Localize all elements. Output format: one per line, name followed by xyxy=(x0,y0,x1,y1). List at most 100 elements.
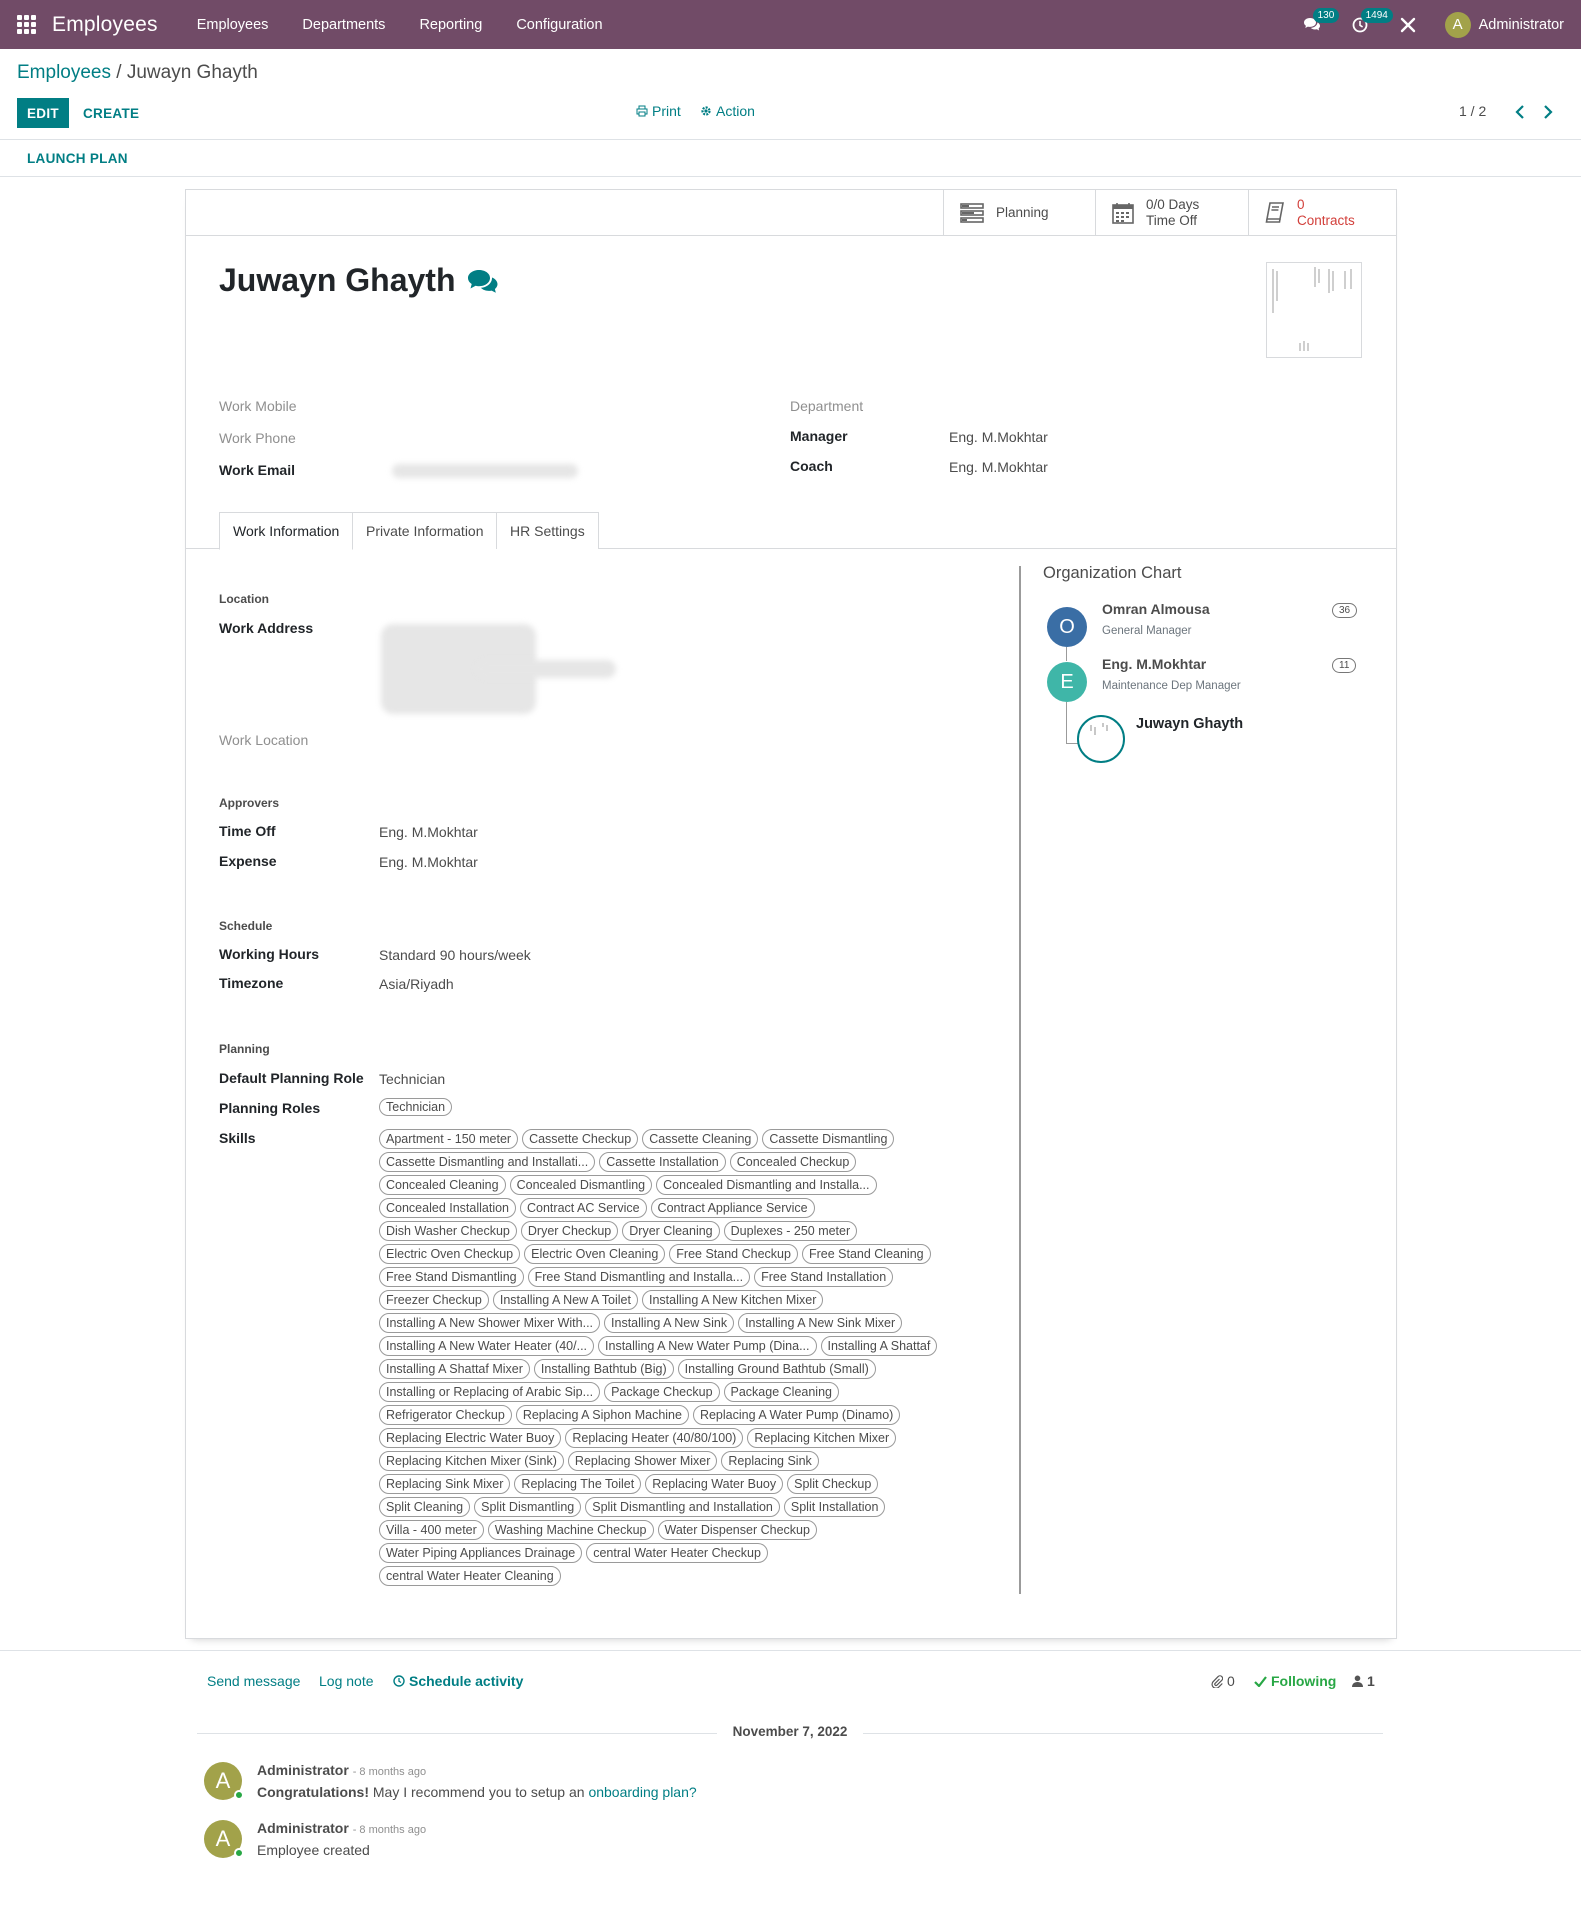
skill-tag[interactable]: Cassette Installation xyxy=(599,1152,726,1172)
skill-tag[interactable]: Dryer Cleaning xyxy=(622,1221,720,1241)
tab-work-information[interactable]: Work Information xyxy=(219,512,354,550)
time-off-approver-link[interactable]: Eng. M.Mokhtar xyxy=(379,824,478,840)
skill-tag[interactable]: Replacing Sink xyxy=(721,1451,819,1471)
skill-tag[interactable]: Cassette Checkup xyxy=(522,1129,639,1149)
app-title[interactable]: Employees xyxy=(52,13,158,37)
skill-tag[interactable]: Concealed Dismantling and Installa... xyxy=(656,1175,877,1195)
skill-tag[interactable]: Replacing Shower Mixer xyxy=(567,1451,718,1471)
org-avatar-omran[interactable]: O xyxy=(1047,607,1087,647)
onboarding-plan-link[interactable]: onboarding plan? xyxy=(588,1784,696,1800)
following-button[interactable]: Following xyxy=(1254,1673,1336,1689)
menu-employees[interactable]: Employees xyxy=(197,17,269,33)
skill-tag[interactable]: Cassette Dismantling and Installati... xyxy=(379,1152,596,1172)
messages-icon[interactable]: 130 xyxy=(1301,7,1340,36)
skill-tag[interactable]: Installing A New Kitchen Mixer xyxy=(641,1290,824,1310)
skill-tag[interactable]: Concealed Installation xyxy=(379,1198,516,1218)
timeoff-smart-button[interactable]: 0/0 Days Time Off xyxy=(1095,190,1248,236)
skill-tag[interactable]: Installing A New Shower Mixer With... xyxy=(379,1313,601,1333)
skill-tag[interactable]: Installing Ground Bathtub (Small) xyxy=(677,1359,876,1379)
skill-tag[interactable]: Concealed Checkup xyxy=(729,1152,857,1172)
skill-tag[interactable]: Installing A New Water Heater (40/... xyxy=(379,1336,595,1356)
skill-tag[interactable]: Package Cleaning xyxy=(723,1382,839,1402)
skill-tag[interactable]: Washing Machine Checkup xyxy=(487,1520,654,1540)
attachments-button[interactable]: 0 xyxy=(1211,1673,1235,1689)
pager-value[interactable]: 1 / 2 xyxy=(1459,103,1486,119)
skill-tag[interactable]: Package Checkup xyxy=(604,1382,720,1402)
skill-tag[interactable]: Dryer Checkup xyxy=(520,1221,619,1241)
planning-role-tag[interactable]: Technician xyxy=(379,1098,453,1116)
skill-tag[interactable]: Installing A New Water Pump (Dina... xyxy=(598,1336,817,1356)
message-author-name[interactable]: Administrator xyxy=(257,1762,349,1778)
skill-tag[interactable]: Replacing Water Buoy xyxy=(645,1474,784,1494)
skill-tag[interactable]: Free Stand Dismantling and Installa... xyxy=(527,1267,751,1287)
breadcrumb-employees[interactable]: Employees xyxy=(17,62,111,83)
expense-approver-link[interactable]: Eng. M.Mokhtar xyxy=(379,854,478,870)
planning-smart-button[interactable]: Planning xyxy=(943,190,1095,236)
skill-tag[interactable]: Cassette Dismantling xyxy=(762,1129,895,1149)
skill-tag[interactable]: Cassette Cleaning xyxy=(642,1129,759,1149)
skill-tag[interactable]: Installing Bathtub (Big) xyxy=(533,1359,674,1379)
skill-tag[interactable]: Contract Appliance Service xyxy=(650,1198,815,1218)
skill-tag[interactable]: Split Installation xyxy=(783,1497,886,1517)
print-button[interactable]: Print xyxy=(636,103,681,119)
menu-reporting[interactable]: Reporting xyxy=(419,17,482,33)
send-message-button[interactable]: Send message xyxy=(207,1673,300,1689)
skill-tag[interactable]: Electric Oven Cleaning xyxy=(524,1244,666,1264)
skill-tag[interactable]: Replacing Sink Mixer xyxy=(379,1474,511,1494)
contracts-smart-button[interactable]: 0 Contracts xyxy=(1248,190,1397,236)
edit-button[interactable]: EDIT xyxy=(17,98,69,128)
skill-tag[interactable]: Installing A Shattaf Mixer xyxy=(379,1359,530,1379)
employee-photo[interactable] xyxy=(1266,262,1362,358)
skill-tag[interactable]: Replacing Kitchen Mixer (Sink) xyxy=(379,1451,564,1471)
skill-tag[interactable]: Villa - 400 meter xyxy=(379,1520,484,1540)
apps-menu-icon[interactable] xyxy=(0,0,52,49)
skill-tag[interactable]: Freezer Checkup xyxy=(379,1290,489,1310)
org-count-mokhtar[interactable]: 11 xyxy=(1332,658,1357,673)
skill-tag[interactable]: Concealed Cleaning xyxy=(379,1175,506,1195)
skill-tag[interactable]: Replacing Kitchen Mixer xyxy=(747,1428,897,1448)
message-avatar[interactable]: A xyxy=(204,1820,244,1858)
action-button[interactable]: Action xyxy=(700,103,755,119)
chevron-left-icon[interactable] xyxy=(1512,102,1528,122)
org-avatar-mokhtar[interactable]: E xyxy=(1047,662,1087,702)
chat-bubbles-icon[interactable] xyxy=(466,267,500,295)
manager-link[interactable]: Eng. M.Mokhtar xyxy=(949,429,1048,445)
skill-tag[interactable]: Contract AC Service xyxy=(520,1198,647,1218)
skill-tag[interactable]: Replacing A Water Pump (Dinamo) xyxy=(692,1405,901,1425)
skill-tag[interactable]: central Water Heater Checkup xyxy=(586,1543,768,1563)
skill-tag[interactable]: Water Piping Appliances Drainage xyxy=(379,1543,583,1563)
launch-plan-button[interactable]: LAUNCH PLAN xyxy=(27,151,128,166)
skill-tag[interactable]: Replacing Electric Water Buoy xyxy=(379,1428,562,1448)
tab-private-information[interactable]: Private Information xyxy=(352,512,498,549)
skill-tag[interactable]: Electric Oven Checkup xyxy=(379,1244,521,1264)
skill-tag[interactable]: Installing A New A Toilet xyxy=(492,1290,638,1310)
menu-departments[interactable]: Departments xyxy=(302,17,385,33)
skill-tag[interactable]: Water Dispenser Checkup xyxy=(657,1520,817,1540)
coach-link[interactable]: Eng. M.Mokhtar xyxy=(949,459,1048,475)
org-count-omran[interactable]: 36 xyxy=(1332,603,1358,618)
create-button[interactable]: CREATE xyxy=(81,98,141,128)
working-hours-link[interactable]: Standard 90 hours/week xyxy=(379,947,531,963)
skill-tag[interactable]: Apartment - 150 meter xyxy=(379,1129,519,1149)
skill-tag[interactable]: Split Dismantling and Installation xyxy=(585,1497,780,1517)
skill-tag[interactable]: central Water Heater Cleaning xyxy=(379,1566,561,1586)
skill-tag[interactable]: Installing A New Sink Mixer xyxy=(738,1313,903,1333)
skill-tag[interactable]: Installing or Replacing of Arabic Sip... xyxy=(379,1382,601,1402)
menu-configuration[interactable]: Configuration xyxy=(516,17,602,33)
skill-tag[interactable]: Replacing Heater (40/80/100) xyxy=(565,1428,744,1448)
skill-tag[interactable]: Split Cleaning xyxy=(379,1497,471,1517)
org-name-mokhtar[interactable]: Eng. M.Mokhtar xyxy=(1102,656,1206,672)
skill-tag[interactable]: Split Checkup xyxy=(787,1474,879,1494)
schedule-activity-button[interactable]: Schedule activity xyxy=(393,1673,523,1689)
skill-tag[interactable]: Free Stand Dismantling xyxy=(379,1267,524,1287)
tab-hr-settings[interactable]: HR Settings xyxy=(496,512,599,549)
chevron-right-icon[interactable] xyxy=(1540,102,1556,122)
default-planning-role-link[interactable]: Technician xyxy=(379,1071,445,1087)
followers-button[interactable]: 1 xyxy=(1352,1673,1375,1689)
message-author-name[interactable]: Administrator xyxy=(257,1820,349,1836)
skill-tag[interactable]: Dish Washer Checkup xyxy=(379,1221,517,1241)
message-avatar[interactable]: A xyxy=(204,1762,244,1800)
skill-tag[interactable]: Split Dismantling xyxy=(474,1497,582,1517)
skill-tag[interactable]: Free Stand Cleaning xyxy=(801,1244,931,1264)
tools-icon[interactable] xyxy=(1397,14,1419,36)
